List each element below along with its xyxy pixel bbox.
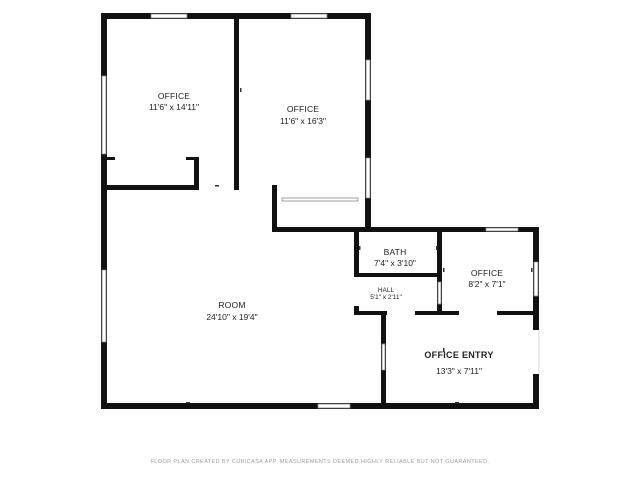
room-labels: OFFICE 11'6" x 14'11" OFFICE 11'6" x 16'… bbox=[149, 91, 506, 376]
window-bottom bbox=[317, 403, 351, 409]
room-name-office-1: OFFICE bbox=[158, 91, 190, 101]
room-name-office-entry: OFFICE ENTRY bbox=[424, 350, 493, 360]
room-dim-room: 24'10" x 19'4" bbox=[206, 312, 257, 322]
door-office3 bbox=[459, 311, 497, 315]
wall-closet-top-a bbox=[107, 157, 115, 160]
wall-office3-bottom bbox=[497, 311, 539, 315]
window-top-1 bbox=[150, 13, 188, 19]
wall-right-lower bbox=[533, 227, 539, 409]
wall-office-divider bbox=[234, 13, 239, 190]
room-dim-office-1: 11'6" x 14'11" bbox=[149, 102, 199, 112]
door-bath bbox=[354, 277, 359, 306]
wall-bottom-right bbox=[381, 403, 539, 409]
room-dim-office-3: 8'2" x 7'1" bbox=[468, 279, 505, 289]
window-top-2 bbox=[290, 13, 328, 19]
wall-closet-side bbox=[194, 157, 199, 190]
wall-left bbox=[101, 13, 107, 409]
room-dim-office-2: 11'6" x 16'3" bbox=[280, 116, 326, 126]
window-office3-right bbox=[533, 261, 539, 297]
tick bbox=[215, 185, 219, 187]
wall-closet-top-b bbox=[186, 157, 199, 160]
window-left-1 bbox=[101, 75, 107, 155]
tick bbox=[436, 246, 438, 250]
window-left-2 bbox=[101, 269, 107, 343]
wall-notch-vertical bbox=[272, 185, 277, 232]
room-name-room: ROOM bbox=[218, 300, 245, 310]
wall-hall-bottom-b bbox=[415, 311, 459, 315]
tick bbox=[455, 402, 459, 404]
window-hall-right bbox=[437, 281, 442, 305]
footer-disclaimer: FLOOR PLAN CREATED BY CUBICASA APP. MEAS… bbox=[150, 459, 490, 465]
room-name-hall: HALL bbox=[378, 287, 395, 294]
door-entry-right bbox=[533, 330, 539, 374]
tick bbox=[531, 268, 533, 272]
tick bbox=[359, 246, 361, 250]
window-right-2 bbox=[365, 157, 371, 199]
room-dim-hall: 5'1" x 2'11" bbox=[370, 294, 402, 301]
room-name-office-3: OFFICE bbox=[471, 268, 503, 278]
window-entry-left bbox=[381, 343, 386, 371]
window-notch bbox=[281, 197, 359, 202]
window-right-1 bbox=[365, 59, 371, 101]
tick bbox=[186, 402, 190, 404]
door-hall bbox=[387, 311, 415, 315]
windows bbox=[101, 13, 539, 409]
wall-closet-bottom bbox=[107, 185, 199, 190]
floor-plan: OFFICE 11'6" x 14'11" OFFICE 11'6" x 16'… bbox=[101, 13, 540, 409]
room-dim-office-entry: 13'3" x 7'11" bbox=[436, 366, 482, 376]
tick bbox=[443, 268, 445, 272]
room-name-bath: BATH bbox=[384, 247, 407, 257]
tick bbox=[240, 88, 242, 92]
wall-bath-bottom bbox=[354, 273, 442, 277]
window-office3-top bbox=[485, 227, 519, 232]
wall-bath-left bbox=[354, 227, 359, 277]
room-dim-bath: 7'4" x 3'10" bbox=[374, 258, 416, 268]
room-name-office-2: OFFICE bbox=[287, 104, 319, 114]
